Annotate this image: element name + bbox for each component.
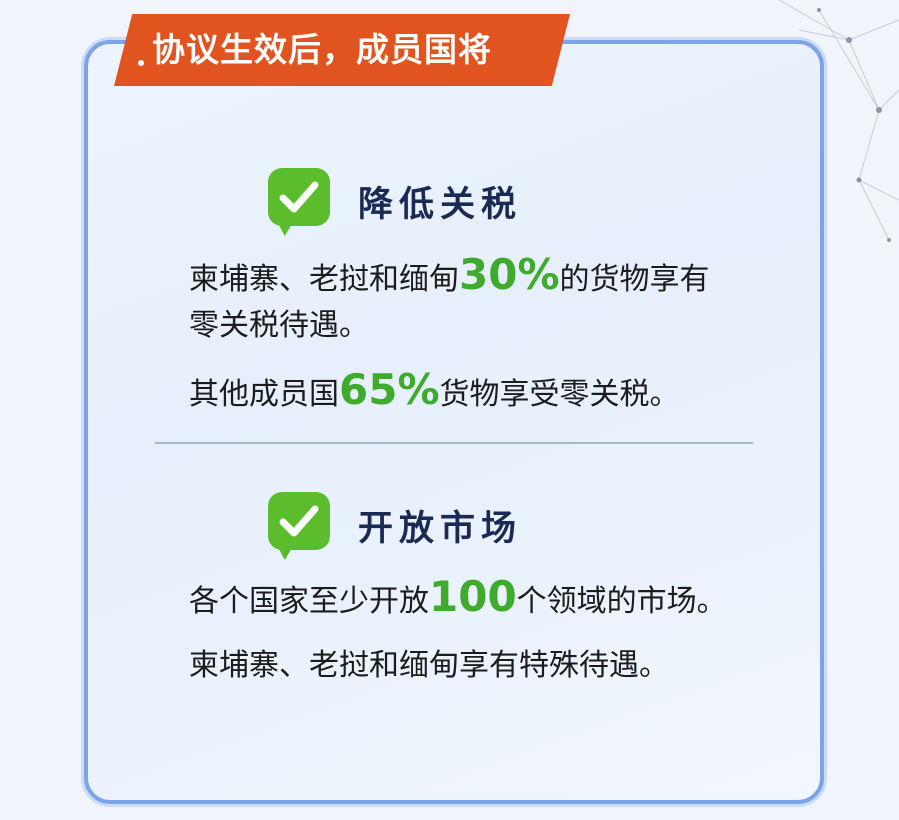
market-line-2: 柬埔寨、老挝和缅甸享有特殊待遇。: [189, 648, 669, 683]
checkmark-speech-bubble-icon: [268, 492, 330, 550]
info-card: [84, 40, 824, 804]
checkmark-speech-bubble-icon: [268, 168, 330, 226]
market-line-1: 各个国家至少开放100个领域的市场。: [189, 572, 727, 621]
tariff-line-1: 柬埔寨、老挝和缅甸30%的货物享有: [189, 250, 710, 299]
highlight-30-percent: 30%: [459, 250, 560, 299]
section-title-tariff: 降低关税: [358, 185, 523, 225]
tariff-line-3: 其他成员国65%货物享受零关税。: [189, 365, 680, 414]
section-title-market: 开放市场: [358, 509, 523, 549]
header-title: 协议生效后，成员国将: [152, 30, 492, 69]
tariff-line-2: 零关税待遇。: [189, 308, 369, 343]
highlight-100: 100: [429, 572, 517, 621]
highlight-65-percent: 65%: [339, 365, 440, 414]
section-divider: [155, 442, 753, 444]
ribbon-dot: [138, 60, 144, 66]
